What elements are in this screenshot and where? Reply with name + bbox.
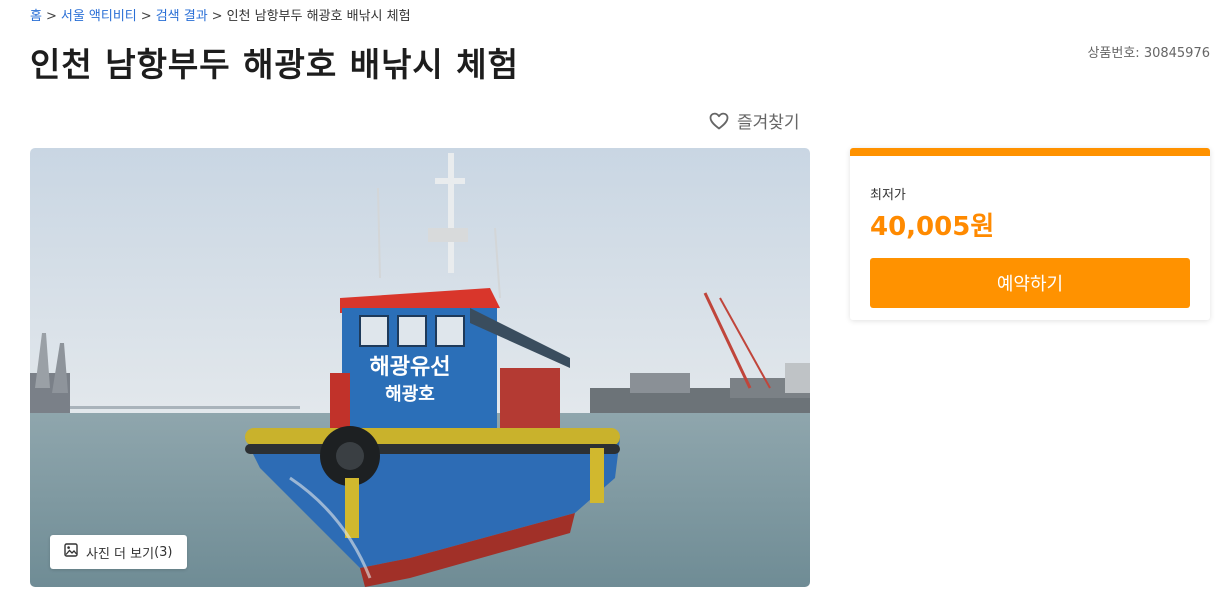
boat-sign-main: 해광유선 — [370, 355, 451, 380]
price-label: 최저가 — [870, 188, 906, 203]
breadcrumb-home-link[interactable]: 홈 — [30, 9, 42, 24]
breadcrumb-category-link[interactable]: 서울 액티비티 — [61, 9, 137, 24]
more-photos-button[interactable]: 사진 더 보기 (3) — [50, 535, 187, 569]
breadcrumb-separator: > — [45, 9, 57, 24]
reserve-button[interactable]: 예약하기 — [870, 258, 1190, 308]
heart-icon — [709, 112, 729, 130]
breadcrumb-search-link[interactable]: 검색 결과 — [156, 9, 208, 24]
favorite-button[interactable]: 즐겨찾기 — [709, 108, 800, 133]
breadcrumb-current: 인천 남항부두 해광호 배낚시 체험 — [226, 9, 411, 24]
price-card: 최저가 40,005원 예약하기 — [850, 148, 1210, 320]
favorite-label: 즐겨찾기 — [737, 113, 800, 133]
more-photos-label: 사진 더 보기 — [86, 546, 155, 562]
product-number-label: 상품번호: — [1087, 46, 1140, 61]
page-title: 인천 남항부두 해광호 배낚시 체험 — [30, 45, 519, 84]
product-photo[interactable]: 해광유선 해광호 사진 더 보기 (3) — [30, 148, 810, 587]
image-icon — [64, 543, 78, 561]
more-photos-count: (3) — [154, 544, 173, 560]
price-value: 40,005원 — [870, 212, 995, 242]
boat-sign-sub: 해광호 — [385, 384, 435, 405]
product-number: 상품번호: 30845976 — [1087, 42, 1210, 61]
product-number-value: 30845976 — [1143, 46, 1210, 61]
breadcrumb-separator: > — [211, 9, 223, 24]
breadcrumb-separator: > — [140, 9, 152, 24]
boat-photo-image: 해광유선 해광호 — [30, 148, 810, 587]
breadcrumb: 홈 > 서울 액티비티 > 검색 결과 > 인천 남항부두 해광호 배낚시 체험 — [30, 5, 411, 24]
